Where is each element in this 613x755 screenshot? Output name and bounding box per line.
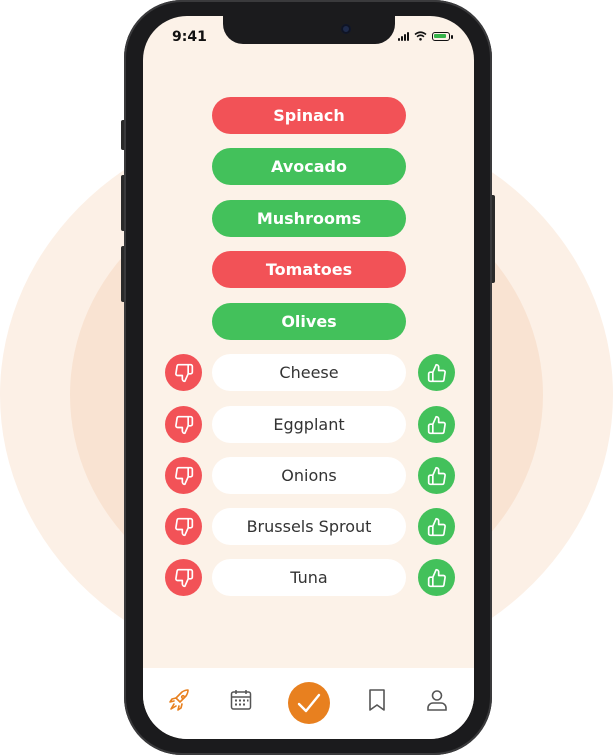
rocket-icon bbox=[169, 689, 189, 711]
bottom-nav bbox=[143, 668, 474, 739]
dislike-button[interactable] bbox=[165, 559, 202, 596]
like-button[interactable] bbox=[418, 559, 455, 596]
thumbs-down-icon bbox=[174, 363, 193, 382]
bookmark-icon bbox=[369, 689, 385, 711]
thumbs-down-icon bbox=[174, 466, 193, 485]
like-button[interactable] bbox=[418, 457, 455, 494]
nav-rocket[interactable] bbox=[166, 686, 194, 714]
thumbs-up-icon bbox=[427, 466, 446, 485]
like-button[interactable] bbox=[418, 406, 455, 443]
like-button[interactable] bbox=[418, 354, 455, 391]
voted-item-spinach[interactable]: Spinach bbox=[212, 97, 406, 134]
voted-item-avocado[interactable]: Avocado bbox=[212, 148, 406, 185]
voted-item-tomatoes[interactable]: Tomatoes bbox=[212, 251, 406, 288]
status-time: 9:41 bbox=[172, 29, 207, 45]
nav-check-button[interactable] bbox=[288, 682, 330, 724]
pending-item-tuna: Tuna bbox=[212, 559, 406, 596]
voted-item-olives[interactable]: Olives bbox=[212, 303, 406, 340]
thumbs-down-icon bbox=[174, 415, 193, 434]
voted-item-mushrooms[interactable]: Mushrooms bbox=[212, 200, 406, 237]
thumbs-up-icon bbox=[427, 568, 446, 587]
status-icons bbox=[398, 31, 453, 41]
nav-calendar[interactable] bbox=[227, 686, 255, 714]
dislike-button[interactable] bbox=[165, 508, 202, 545]
dislike-button[interactable] bbox=[165, 406, 202, 443]
thumbs-down-icon bbox=[174, 568, 193, 587]
nav-bookmark[interactable] bbox=[363, 686, 391, 714]
thumbs-down-icon bbox=[174, 517, 193, 536]
dislike-button[interactable] bbox=[165, 457, 202, 494]
pending-item-onions: Onions bbox=[212, 457, 406, 494]
battery-icon bbox=[432, 31, 453, 41]
thumbs-up-icon bbox=[427, 363, 446, 382]
phone-screen: 9:41 Spinach Avocado Mushrooms Tomatoes … bbox=[143, 16, 474, 739]
camera bbox=[341, 24, 351, 34]
calendar-icon bbox=[230, 690, 252, 710]
notch bbox=[223, 16, 395, 44]
wifi-icon bbox=[414, 31, 427, 41]
signal-icon bbox=[398, 31, 409, 41]
pending-item-cheese: Cheese bbox=[212, 354, 406, 391]
dislike-button[interactable] bbox=[165, 354, 202, 391]
thumbs-up-icon bbox=[427, 415, 446, 434]
pending-item-brussels-sprout: Brussels Sprout bbox=[212, 508, 406, 545]
thumbs-up-icon bbox=[427, 517, 446, 536]
like-button[interactable] bbox=[418, 508, 455, 545]
user-icon bbox=[427, 690, 447, 711]
pending-item-eggplant: Eggplant bbox=[212, 406, 406, 443]
nav-profile[interactable] bbox=[423, 686, 451, 714]
check-icon bbox=[297, 693, 321, 713]
